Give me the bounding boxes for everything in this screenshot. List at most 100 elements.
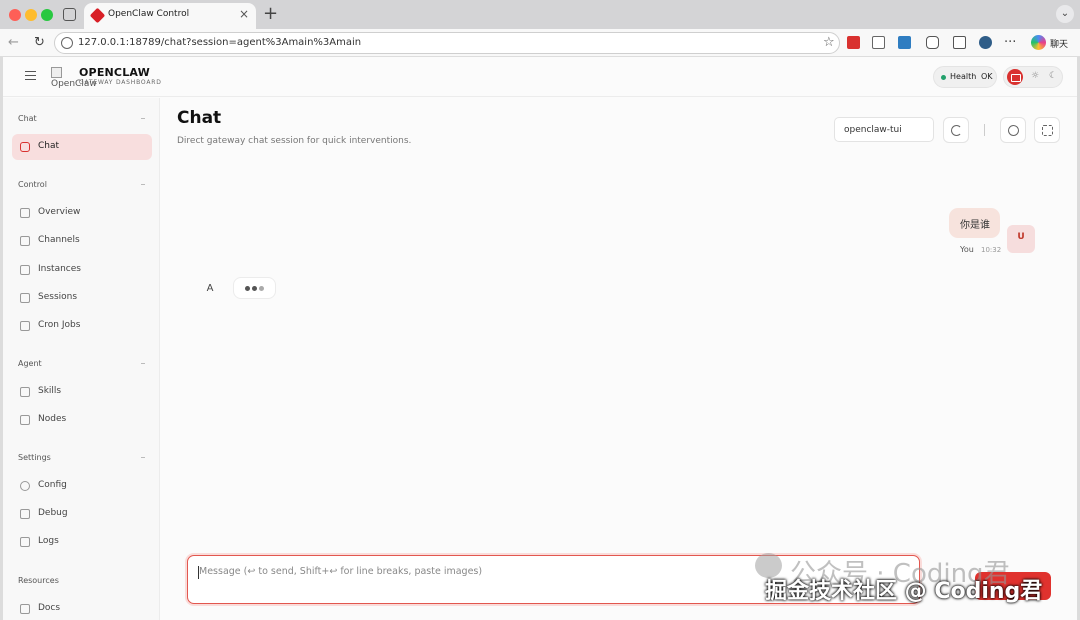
sidebar-item-config[interactable]: Config (12, 473, 152, 499)
sidebar-item-skills[interactable]: Skills (12, 379, 152, 405)
avatar-initial: A (206, 283, 214, 294)
broken-logo-icon (51, 67, 62, 78)
brand-name: OPENCLAW (79, 66, 150, 79)
browser-tab-bar: OpenClaw Control × + ⌄ (0, 0, 1080, 29)
typing-dot (252, 286, 257, 291)
brain-icon (1008, 125, 1019, 136)
sidebar-item-label: Debug (38, 508, 68, 518)
sidebar-item-label: Overview (38, 207, 81, 217)
sidebar-section-title: Control (18, 180, 47, 189)
copilot-label[interactable]: 聊天 (1050, 37, 1068, 50)
session-selector[interactable]: openclaw-tui (834, 117, 934, 142)
copilot-icon[interactable] (1031, 35, 1046, 50)
sidebar-item-chat[interactable]: Chat (12, 134, 152, 160)
refresh-button[interactable] (943, 117, 969, 143)
file-icon (20, 537, 30, 547)
system-theme-icon[interactable] (1007, 69, 1023, 85)
refresh-icon (951, 125, 962, 136)
focus-icon (1042, 125, 1053, 136)
menu-toggle-icon[interactable] (25, 71, 36, 80)
monitor-icon (20, 415, 30, 425)
message-placeholder: Message (↩ to send, Shift+↩ for line bre… (199, 566, 483, 577)
reload-icon[interactable]: ↻ (34, 35, 45, 50)
sidebar-item-label: Cron Jobs (38, 320, 81, 330)
toolbar-divider (984, 124, 985, 136)
light-theme-icon[interactable]: ☼ (1031, 71, 1039, 81)
bookmark-star-icon[interactable]: ☆ (823, 35, 835, 50)
profile-icon[interactable] (979, 36, 992, 49)
window-close-button[interactable] (9, 9, 21, 21)
sidebar-item-instances[interactable]: Instances (12, 257, 152, 283)
document-icon (20, 293, 30, 303)
sidebar-item-overview[interactable]: Overview (12, 200, 152, 226)
window-minimize-button[interactable] (25, 9, 37, 21)
sidebar-item-debug[interactable]: Debug (12, 501, 152, 527)
tab-title: OpenClaw Control (108, 9, 190, 19)
focus-mode-button[interactable] (1034, 117, 1060, 143)
app-header: OpenClaw OPENCLAW GATEWAY DASHBOARD Heal… (3, 57, 1077, 97)
health-value: OK (981, 72, 993, 81)
extension-red-icon[interactable] (847, 36, 860, 49)
sidebar-item-cron-jobs[interactable]: Cron Jobs (12, 313, 152, 339)
broadcast-icon (20, 265, 30, 275)
extension-blue-icon[interactable] (898, 36, 911, 49)
thinking-toggle-button[interactable] (1000, 117, 1026, 143)
back-icon[interactable]: ← (8, 35, 19, 50)
health-dot-icon (941, 75, 946, 80)
dark-theme-icon[interactable]: ☾ (1049, 71, 1057, 81)
message-time: 10:32 (981, 246, 1002, 254)
link-icon (20, 236, 30, 246)
typing-indicator (233, 277, 276, 299)
page-title: Chat (177, 108, 222, 128)
sidebar-item-label: Chat (38, 141, 60, 151)
tab-close-icon[interactable]: × (239, 7, 249, 21)
sidebar-item-label: Config (38, 480, 67, 490)
sidebar-item-label: Instances (38, 264, 81, 274)
sparkle-icon (20, 321, 30, 331)
openclaw-app: OpenClaw OPENCLAW GATEWAY DASHBOARD Heal… (3, 57, 1077, 620)
bar-chart-icon (20, 208, 30, 218)
sidebar-item-docs[interactable]: Docs (12, 596, 152, 620)
lightning-icon (20, 387, 30, 397)
extensions-puzzle-icon[interactable] (926, 36, 939, 49)
message-sender: You (960, 245, 974, 254)
sidebar-item-sessions[interactable]: Sessions (12, 285, 152, 311)
tab-overview-icon[interactable] (63, 8, 76, 21)
url-field[interactable]: 127.0.0.1:18789/chat?session=agent%3Amai… (54, 32, 840, 54)
new-tab-button[interactable]: + (263, 3, 278, 24)
window-maximize-button[interactable] (41, 9, 53, 21)
browser-tab-active[interactable]: OpenClaw Control × (84, 3, 256, 29)
sidebar-item-label: Docs (38, 603, 61, 613)
sidebar-item-channels[interactable]: Channels (12, 228, 152, 254)
collapse-chat-icon[interactable] (141, 118, 145, 119)
more-menu-icon[interactable]: ··· (1004, 35, 1016, 50)
collapse-settings-icon[interactable] (141, 457, 145, 458)
extension-qr-icon[interactable] (872, 36, 885, 49)
sidebar-section-title: Chat (18, 114, 37, 123)
chat-bubble-icon (20, 142, 30, 152)
url-text[interactable]: 127.0.0.1:18789/chat?session=agent%3Amai… (78, 37, 361, 48)
bug-icon (20, 509, 30, 519)
address-bar-row: ← ↻ 127.0.0.1:18789/chat?session=agent%3… (0, 29, 1080, 57)
collapse-agent-icon[interactable] (141, 363, 145, 364)
sidebar-item-label: Nodes (38, 414, 67, 424)
watermark-text: 掘金技术社区 @ Coding君 (765, 579, 1043, 604)
tab-list-chevron-icon[interactable]: ⌄ (1056, 5, 1074, 23)
typing-dot (259, 286, 264, 291)
user-message-bubble: 你是谁 (949, 208, 1000, 238)
sidebar-item-label: Channels (38, 235, 80, 245)
book-icon (20, 604, 30, 614)
gear-icon (20, 481, 30, 491)
site-info-icon[interactable] (61, 37, 73, 49)
health-label: Health (950, 72, 977, 81)
favorites-icon[interactable] (953, 36, 966, 49)
sidebar: Chat Chat Control Overview Channels Inst… (3, 98, 160, 620)
sidebar-item-logs[interactable]: Logs (12, 529, 152, 555)
typing-dot (245, 286, 250, 291)
message-text: 你是谁 (960, 220, 990, 231)
assistant-avatar: A (198, 278, 222, 302)
collapse-control-icon[interactable] (141, 184, 145, 185)
sidebar-item-label: Logs (38, 536, 59, 546)
sidebar-item-nodes[interactable]: Nodes (12, 407, 152, 433)
chat-main: Chat Direct gateway chat session for qui… (161, 98, 1077, 620)
